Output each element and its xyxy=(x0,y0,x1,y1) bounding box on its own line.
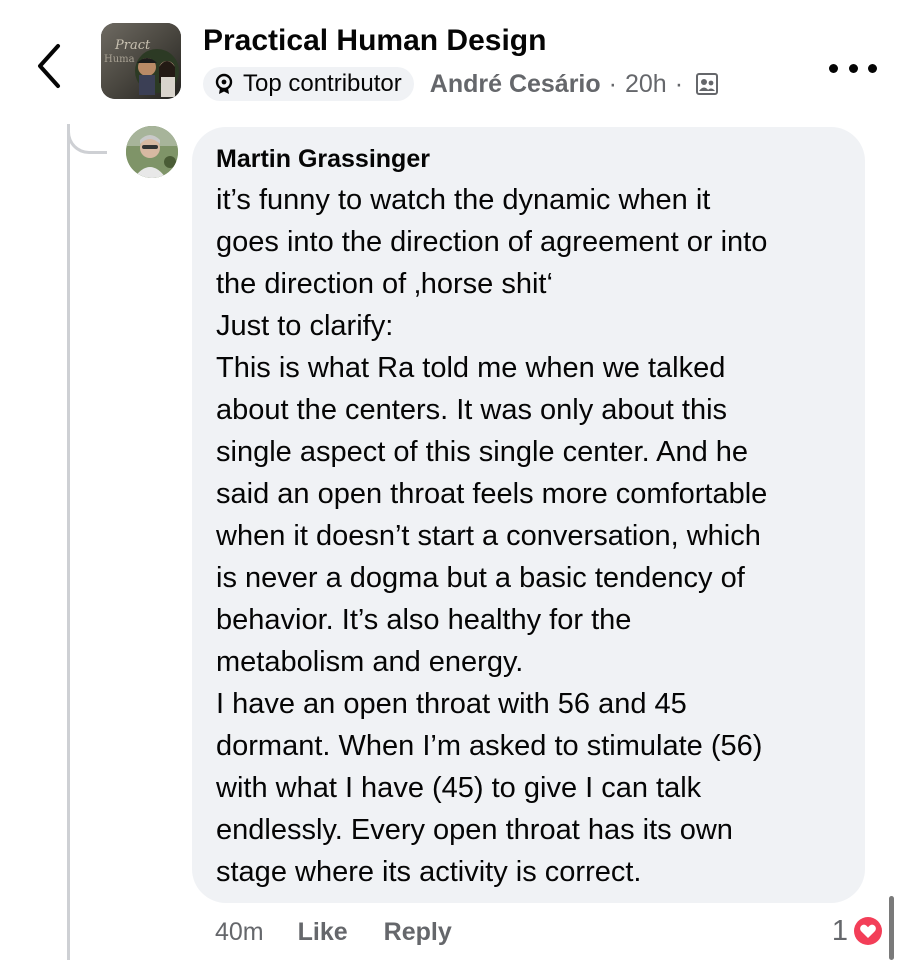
avatar-text-top: Pract xyxy=(114,38,151,53)
more-options-button[interactable] xyxy=(829,56,877,80)
reply-button[interactable]: Reply xyxy=(384,918,452,947)
commenter-photo xyxy=(126,126,178,178)
contributor-badge-icon xyxy=(215,73,233,94)
comment-screen: Pract Huma Practical Human Design Top co… xyxy=(0,0,902,960)
group-name[interactable]: Practical Human Design xyxy=(203,24,546,58)
group-cover-image: Pract Huma xyxy=(101,23,181,99)
badge-label: Top contributor xyxy=(243,70,402,97)
thread-line xyxy=(67,124,70,960)
commenter-name[interactable]: Martin Grassinger xyxy=(216,143,845,175)
meta-separator-2: · xyxy=(674,69,684,98)
like-button[interactable]: Like xyxy=(298,918,348,947)
more-options-icon xyxy=(848,63,858,73)
members-group-icon xyxy=(696,73,719,95)
post-meta: Top contributor André Cesário · 20h · xyxy=(203,66,719,102)
comment-bubble[interactable]: Martin Grassinger it’s funny to watch th… xyxy=(192,127,865,903)
avatar-text-bottom: Huma xyxy=(104,54,135,65)
reaction-count: 1 xyxy=(831,914,848,947)
more-options-icon xyxy=(829,63,838,73)
post-author[interactable]: André Cesário xyxy=(430,70,601,99)
comment-text: it’s funny to watch the dynamic when it … xyxy=(216,184,768,888)
comment-actions: 40m Like Reply xyxy=(215,914,488,950)
reaction-summary[interactable]: 1 xyxy=(832,912,886,950)
scrollbar[interactable] xyxy=(889,896,894,960)
thread-connector xyxy=(67,124,107,154)
comment-time[interactable]: 40m xyxy=(215,918,264,947)
top-contributor-badge[interactable]: Top contributor xyxy=(203,67,414,101)
more-options-icon xyxy=(868,63,877,73)
love-reaction-icon xyxy=(852,915,884,947)
meta-separator: · xyxy=(608,69,617,98)
post-time[interactable]: 20h xyxy=(625,70,667,99)
back-button[interactable] xyxy=(28,40,72,92)
commenter-avatar[interactable] xyxy=(126,126,178,178)
group-avatar[interactable]: Pract Huma xyxy=(101,23,181,99)
chevron-left-icon xyxy=(38,44,60,88)
